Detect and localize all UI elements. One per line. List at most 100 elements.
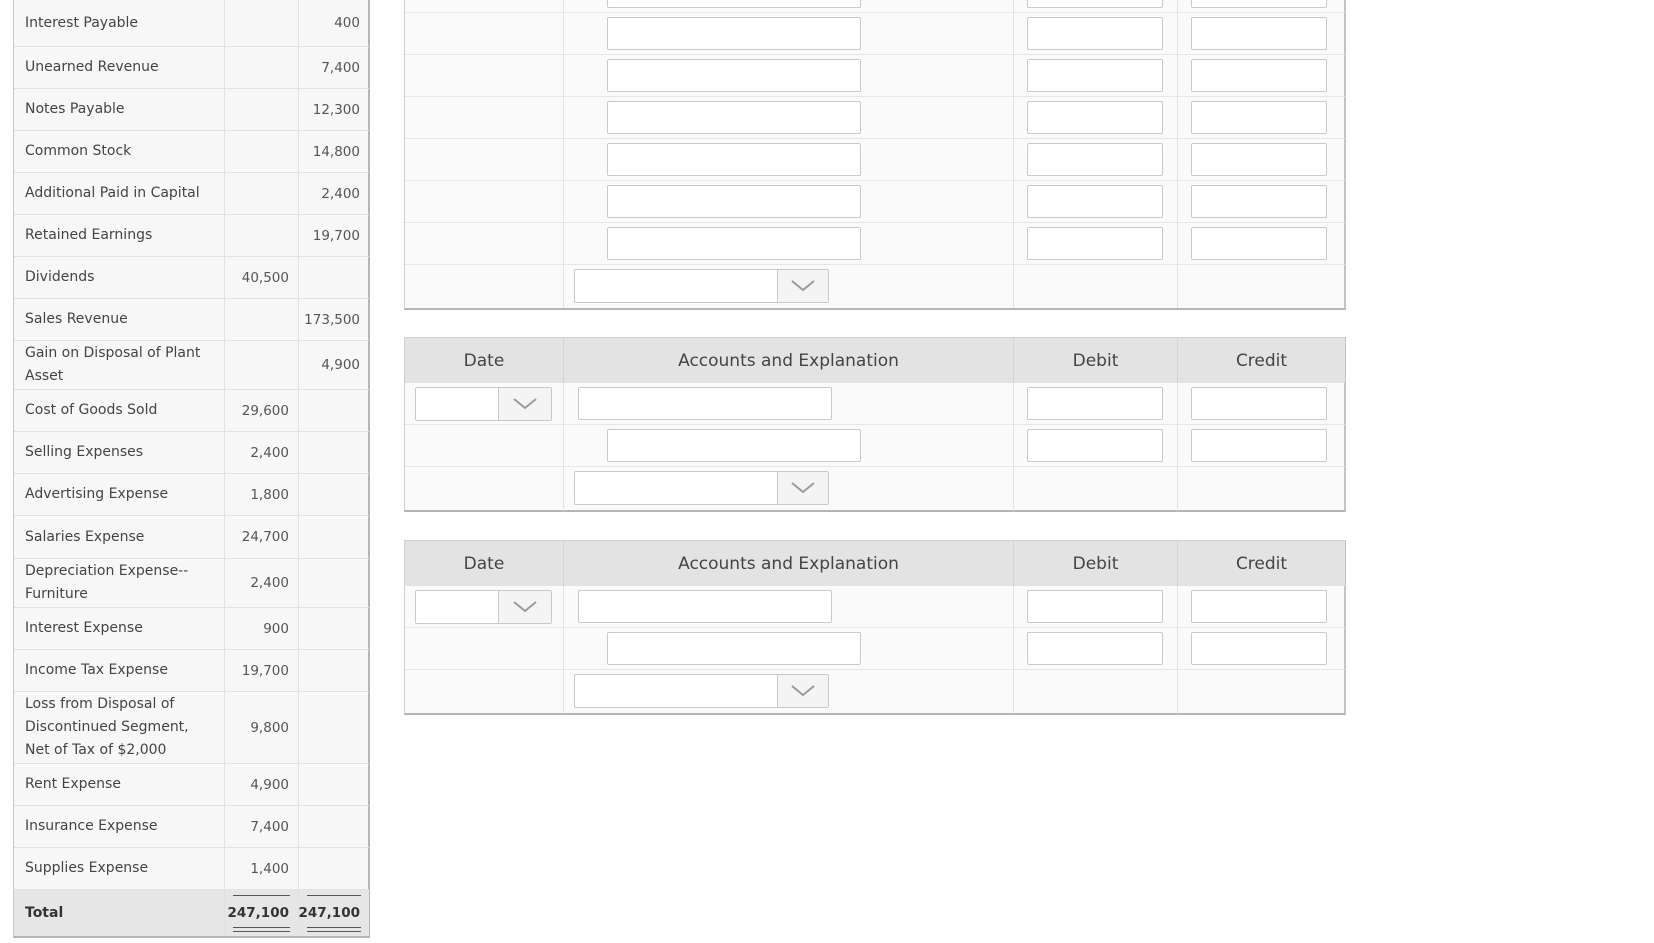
- explanation-select[interactable]: [574, 674, 829, 708]
- debit-input[interactable]: [1027, 59, 1163, 92]
- account-input[interactable]: [607, 101, 861, 134]
- table-row: Advertising Expense 1,800: [14, 474, 369, 516]
- debit-value: [224, 131, 298, 172]
- date-select[interactable]: [415, 387, 552, 421]
- debit-value: 24,700: [224, 516, 298, 558]
- debit-value: 900: [224, 608, 298, 649]
- debit-value: 2,400: [224, 432, 298, 473]
- account-name: Additional Paid in Capital: [25, 185, 200, 201]
- explanation-select[interactable]: [574, 471, 829, 505]
- debit-input[interactable]: [1027, 101, 1163, 134]
- credit-input[interactable]: [1191, 0, 1327, 8]
- date-header: Date: [405, 338, 564, 383]
- credit-input[interactable]: [1191, 227, 1327, 260]
- credit-value: 173,500: [298, 299, 369, 340]
- debit-input[interactable]: [1027, 387, 1163, 420]
- table-row: [405, 383, 1345, 425]
- credit-input[interactable]: [1191, 101, 1327, 134]
- table-row: Dividends 40,500: [14, 257, 369, 299]
- table-row: [405, 139, 1345, 181]
- debit-value: [224, 89, 298, 130]
- journal-entry-table-2: Date Accounts and Explanation Debit Cred…: [404, 337, 1346, 512]
- credit-input[interactable]: [1191, 143, 1327, 176]
- table-row: Notes Payable 12,300: [14, 89, 369, 131]
- debit-input[interactable]: [1027, 632, 1163, 665]
- account-input[interactable]: [607, 185, 861, 218]
- credit-header: Credit: [1235, 553, 1288, 574]
- total-label: Total: [25, 904, 64, 921]
- credit-input[interactable]: [1191, 429, 1327, 462]
- credit-value: [298, 764, 369, 805]
- table-row: Additional Paid in Capital 2,400: [14, 173, 369, 215]
- table-row: Common Stock 14,800: [14, 131, 369, 173]
- credit-input[interactable]: [1191, 387, 1327, 420]
- credit-value: [298, 516, 369, 558]
- debit-input[interactable]: [1027, 590, 1163, 623]
- account-name: Insurance Expense: [25, 818, 158, 834]
- journal-entry-table-3: Date Accounts and Explanation Debit Cred…: [404, 540, 1346, 715]
- credit-input[interactable]: [1191, 185, 1327, 218]
- account-name: Sales Revenue: [25, 311, 128, 327]
- table-row: Rent Expense 4,900: [14, 764, 369, 806]
- accounts-header: Accounts and Explanation: [564, 541, 1014, 586]
- account-input[interactable]: [607, 429, 861, 462]
- debit-input[interactable]: [1027, 17, 1163, 50]
- credit-value: [298, 608, 369, 649]
- account-input[interactable]: [607, 17, 861, 50]
- account-input[interactable]: [607, 59, 861, 92]
- account-input[interactable]: [607, 143, 861, 176]
- debit-value: [224, 299, 298, 340]
- credit-input[interactable]: [1191, 59, 1327, 92]
- table-row: [405, 55, 1345, 97]
- account-name: Advertising Expense: [25, 486, 169, 502]
- debit-input[interactable]: [1027, 143, 1163, 176]
- account-name: Gain on Disposal of Plant Asset: [25, 345, 201, 384]
- explanation-select[interactable]: [574, 269, 829, 303]
- account-name: Cost of Goods Sold: [25, 402, 158, 418]
- date-select[interactable]: [415, 590, 552, 624]
- account-name: Notes Payable: [25, 101, 125, 117]
- credit-value: [298, 390, 369, 431]
- table-row: [405, 13, 1345, 55]
- chevron-down-icon: [498, 388, 551, 420]
- debit-value: 2,400: [224, 559, 298, 607]
- account-name: Salaries Expense: [25, 528, 145, 545]
- table-header: Date Accounts and Explanation Debit Cred…: [405, 338, 1345, 383]
- table-row: Supplies Expense 1,400: [14, 848, 369, 890]
- account-name: Interest Expense: [25, 620, 143, 636]
- credit-input[interactable]: [1191, 590, 1327, 623]
- total-credit-cell: 247,100: [298, 890, 369, 936]
- debit-value: [224, 47, 298, 88]
- debit-value: 1,400: [224, 848, 298, 889]
- credit-input[interactable]: [1191, 17, 1327, 50]
- account-input[interactable]: [578, 590, 832, 623]
- table-row: Interest Payable 400: [14, 0, 369, 47]
- table-row: Income Tax Expense 19,700: [14, 650, 369, 692]
- credit-value: 12,300: [298, 89, 369, 130]
- table-row: [405, 670, 1345, 714]
- table-row: Interest Expense 900: [14, 608, 369, 650]
- account-input[interactable]: [607, 0, 861, 8]
- table-row: [405, 97, 1345, 139]
- account-name: Common Stock: [25, 143, 132, 159]
- account-input[interactable]: [578, 387, 832, 420]
- account-input[interactable]: [607, 632, 861, 665]
- account-name: Dividends: [25, 269, 95, 285]
- debit-value: 29,600: [224, 390, 298, 431]
- debit-input[interactable]: [1027, 429, 1163, 462]
- credit-value: [298, 432, 369, 473]
- account-name: Income Tax Expense: [25, 662, 168, 678]
- debit-input[interactable]: [1027, 227, 1163, 260]
- credit-header: Credit: [1235, 350, 1288, 371]
- table-row: Selling Expenses 2,400: [14, 432, 369, 474]
- credit-input[interactable]: [1191, 632, 1327, 665]
- table-row: [405, 181, 1345, 223]
- total-row: Total 247,100 247,100: [14, 890, 369, 936]
- debit-input[interactable]: [1027, 0, 1163, 8]
- account-input[interactable]: [607, 227, 861, 260]
- debit-input[interactable]: [1027, 185, 1163, 218]
- account-name: Selling Expenses: [25, 444, 144, 460]
- credit-value: 14,800: [298, 131, 369, 172]
- debit-header: Debit: [1014, 338, 1178, 383]
- table-row: [405, 0, 1345, 13]
